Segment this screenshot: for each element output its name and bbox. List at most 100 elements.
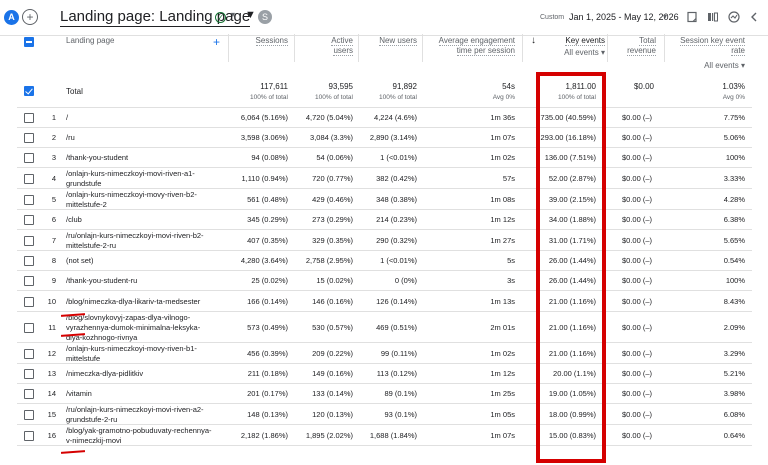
revenue-cell: $0.00 (–) bbox=[622, 153, 653, 162]
header-new-users[interactable]: New users bbox=[360, 36, 417, 46]
landing-page-cell[interactable]: /nimeczka-dlya-pidlitkiv bbox=[66, 369, 216, 379]
table-row[interactable]: 13/nimeczka-dlya-pidlitkiv 211 (0.18%) 149… bbox=[0, 364, 768, 384]
key-event-rate-cell: 3.33% bbox=[723, 174, 745, 183]
edit-icon[interactable] bbox=[686, 11, 698, 23]
total-revenue: $0.00 bbox=[633, 82, 654, 91]
table-row[interactable]: 1 / 6,064 (5.16%) 4,720 (5.04%) 4,224 (4.6%)… bbox=[0, 108, 768, 128]
landing-page-cell[interactable]: /ru/onlajn-kurs-nimeczkoyi-movi-riven-a2… bbox=[66, 405, 216, 425]
active-users-cell: 329 (0.35%) bbox=[312, 236, 353, 245]
landing-page-cell[interactable]: /club bbox=[66, 215, 216, 225]
compare-icon[interactable] bbox=[707, 11, 719, 23]
row-checkbox[interactable] bbox=[24, 297, 34, 307]
key-event-rate-cell: 5.21% bbox=[723, 369, 745, 378]
table-row[interactable]: 2/ru 3,598 (3.06%) 3,084 (3.3%) 2,890 (3.14… bbox=[0, 128, 768, 148]
row-checkbox[interactable] bbox=[24, 323, 34, 333]
table-row[interactable]: 12/onlajn-kurs-nimeczkoyi-movy-riven-b1-… bbox=[0, 343, 768, 364]
key-event-rate-cell: 3.98% bbox=[723, 389, 745, 398]
row-checkbox[interactable] bbox=[24, 389, 34, 399]
row-checkbox[interactable] bbox=[24, 133, 34, 143]
account-avatar[interactable]: A bbox=[4, 10, 19, 25]
header-avg-engagement[interactable]: Average engagement time per session bbox=[425, 36, 515, 56]
table-row[interactable]: 15/ru/onlajn-kurs-nimeczkoyi-movi-riven-… bbox=[0, 404, 768, 425]
sessions-cell: 456 (0.39%) bbox=[247, 349, 288, 358]
row-checkbox[interactable] bbox=[24, 410, 34, 420]
landing-page-cell[interactable]: /onlajn-kurs-nimeczkoyi-movi-riven-a1-gr… bbox=[66, 169, 216, 189]
insights-icon[interactable] bbox=[728, 11, 740, 23]
row-checkbox[interactable] bbox=[24, 431, 34, 441]
active-users-cell: 429 (0.46%) bbox=[312, 195, 353, 204]
filter-icon[interactable]: ▼ bbox=[245, 9, 256, 21]
header-session-key-event-rate[interactable]: Session key event rate All events ▾ bbox=[670, 36, 745, 71]
column-divider bbox=[358, 34, 359, 62]
table-row[interactable]: 9/thank-you-student-ru 25 (0.02%) 15 (0.02… bbox=[0, 271, 768, 291]
revenue-cell: $0.00 (–) bbox=[622, 174, 653, 183]
table-row[interactable]: 8 (not set) 4,280 (3.64%) 2,758 (2.95%) 1 (<… bbox=[0, 251, 768, 271]
sessions-cell: 94 (0.08%) bbox=[251, 153, 288, 162]
landing-page-cell[interactable]: /ru/onlajn-kurs-nimeczkoyi-movi-riven-b2… bbox=[66, 231, 216, 251]
total-row-checkbox[interactable] bbox=[24, 86, 34, 96]
table-row[interactable]: 14/vitamin 201 (0.17%) 133 (0.14%) 89 (0.1%… bbox=[0, 384, 768, 404]
active-users-cell: 273 (0.29%) bbox=[312, 215, 353, 224]
chevron-down-icon[interactable]: ▾ bbox=[663, 12, 667, 21]
landing-page-cell[interactable]: /thank-you-student bbox=[66, 153, 216, 163]
row-checkbox[interactable] bbox=[24, 195, 34, 205]
header-landing-page[interactable]: Landing page bbox=[66, 36, 115, 46]
table-row[interactable]: 5/onlajn-kurs-nimeczkoyi-movy-riven-b2-m… bbox=[0, 189, 768, 210]
landing-page-cell[interactable]: /onlajn-kurs-nimeczkoyi-movy-riven-b2-mi… bbox=[66, 190, 216, 210]
row-number: 6 bbox=[51, 215, 56, 224]
table-row[interactable]: 16/blog/yak-gramotno-pobuduvaty-rechenny… bbox=[0, 425, 768, 446]
row-checkbox[interactable] bbox=[24, 174, 34, 184]
add-dimension-button[interactable]: + bbox=[213, 35, 220, 49]
header-total-revenue[interactable]: Total revenue bbox=[606, 36, 656, 56]
row-checkbox[interactable] bbox=[24, 349, 34, 359]
table-row[interactable]: 6/club 345 (0.29%) 273 (0.29%) 214 (0.23%) 1… bbox=[0, 210, 768, 230]
key-events-filter[interactable]: All events ▾ bbox=[564, 48, 605, 58]
table-row[interactable]: 7/ru/onlajn-kurs-nimeczkoyi-movi-riven-b… bbox=[0, 230, 768, 251]
landing-page-cell[interactable]: /thank-you-student-ru bbox=[66, 276, 216, 286]
row-number: 16 bbox=[47, 431, 56, 440]
key-event-rate-cell: 6.08% bbox=[723, 410, 745, 419]
rate-events-filter[interactable]: All events ▾ bbox=[704, 61, 745, 71]
table-row[interactable]: 10/blog/nimeczka-dlya-likariv-ta-medsest… bbox=[0, 291, 768, 312]
row-checkbox[interactable] bbox=[24, 276, 34, 286]
row-checkbox[interactable] bbox=[24, 113, 34, 123]
row-checkbox[interactable] bbox=[24, 256, 34, 266]
active-users-cell: 209 (0.22%) bbox=[312, 349, 353, 358]
avg-engagement-cell: 1m 12s bbox=[490, 215, 515, 224]
row-checkbox[interactable] bbox=[24, 369, 34, 379]
landing-page-cell[interactable]: /blog/slovnykovyj-zapas-dlya-vilnogo-vyr… bbox=[66, 313, 216, 343]
revenue-cell: $0.00 (–) bbox=[622, 113, 653, 122]
table-row[interactable]: 4/onlajn-kurs-nimeczkoyi-movi-riven-a1-g… bbox=[0, 168, 768, 189]
landing-page-cell[interactable]: /blog/nimeczka-dlya-likariv-ta-medsester bbox=[66, 297, 216, 307]
table-row[interactable]: 11/blog/slovnykovyj-zapas-dlya-vilnogo-v… bbox=[0, 312, 768, 343]
chevron-down-icon[interactable]: ▾ bbox=[231, 10, 235, 19]
key-event-rate-cell: 8.43% bbox=[723, 297, 745, 306]
row-number: 7 bbox=[51, 236, 56, 245]
total-sessions: 117,611 100% of total bbox=[250, 82, 288, 101]
header-key-events[interactable]: Key events All events ▾ bbox=[543, 36, 605, 58]
user-avatar[interactable]: S bbox=[258, 10, 272, 24]
sessions-cell: 148 (0.13%) bbox=[247, 410, 288, 419]
row-checkbox[interactable] bbox=[24, 236, 34, 246]
landing-page-cell[interactable]: /vitamin bbox=[66, 389, 216, 399]
landing-page-cell[interactable]: (not set) bbox=[66, 256, 216, 266]
row-checkbox[interactable] bbox=[24, 215, 34, 225]
column-divider bbox=[607, 34, 608, 62]
header-active-users[interactable]: Active users bbox=[300, 36, 353, 56]
landing-page-cell[interactable]: /blog/yak-gramotno-pobuduvaty-rechennya-… bbox=[66, 426, 216, 446]
date-custom-label: Custom bbox=[540, 14, 565, 21]
sessions-cell: 573 (0.49%) bbox=[247, 323, 288, 332]
new-users-cell: 382 (0.42%) bbox=[376, 174, 417, 183]
header-sessions[interactable]: Sessions bbox=[232, 36, 288, 46]
row-checkbox[interactable] bbox=[24, 153, 34, 163]
landing-page-cell[interactable]: /ru bbox=[66, 133, 216, 143]
row-number: 12 bbox=[47, 349, 56, 358]
landing-page-cell[interactable]: / bbox=[66, 113, 216, 123]
landing-page-cell[interactable]: /onlajn-kurs-nimeczkoyi-movy-riven-b1-mi… bbox=[66, 344, 216, 364]
add-comparison-button[interactable]: + bbox=[22, 9, 38, 25]
share-icon[interactable] bbox=[748, 11, 760, 23]
new-users-cell: 1,688 (1.84%) bbox=[369, 431, 417, 440]
table-row[interactable]: 3/thank-you-student 94 (0.08%) 54 (0.06%) 1… bbox=[0, 148, 768, 168]
select-all-checkbox[interactable] bbox=[24, 37, 34, 47]
key-events-highlight bbox=[536, 72, 606, 463]
